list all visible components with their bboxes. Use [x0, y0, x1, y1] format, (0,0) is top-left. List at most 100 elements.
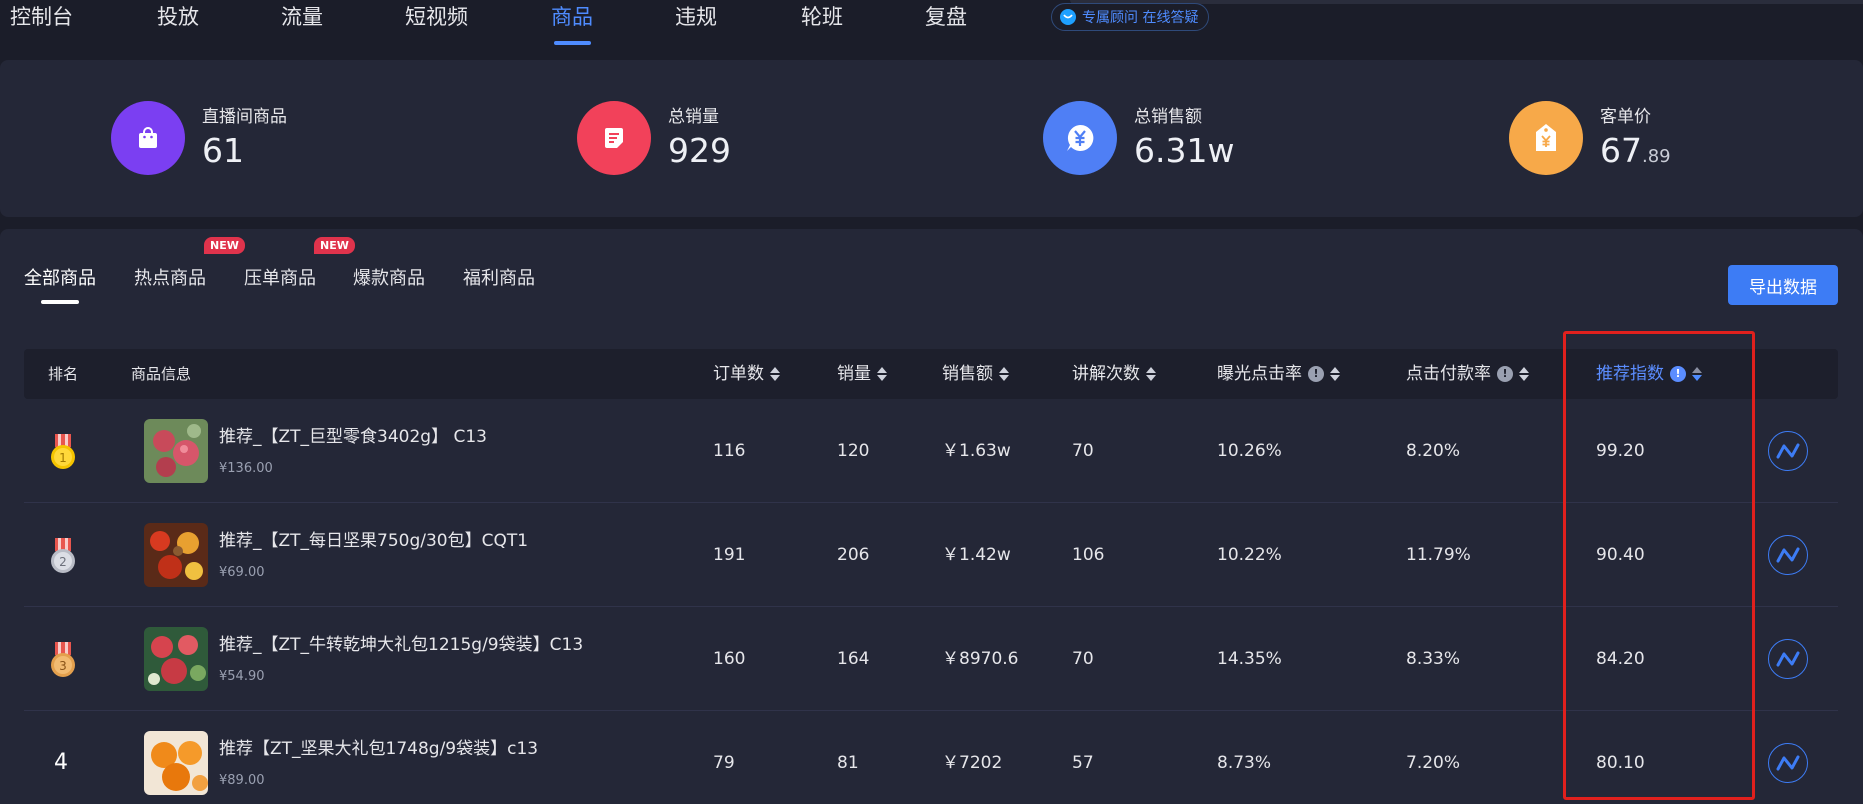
header-exposure-ctr[interactable]: 曝光点击率!	[1217, 349, 1340, 399]
header-sales[interactable]: 销量	[837, 349, 887, 399]
new-badge: NEW	[204, 237, 245, 254]
stat-value: 6.31w	[1134, 131, 1235, 170]
nav-item-products[interactable]: 商品	[551, 0, 593, 34]
product-price: ¥89.00	[219, 773, 265, 788]
product-name[interactable]: 推荐【ZT_坚果大礼包1748g/9袋装】c13	[219, 734, 538, 759]
silver-medal-icon: 2	[51, 538, 75, 573]
shopping-bag-icon	[111, 101, 185, 175]
tab-hot-products[interactable]: 热点商品 NEW	[134, 237, 245, 290]
stat-value: 61	[202, 131, 244, 170]
table-row: 4 推荐【ZT_坚果大礼包1748g/9袋装】c13 ¥89.00 79 81 …	[24, 711, 1838, 804]
product-name[interactable]: 推荐_【ZT_牛转乾坤大礼包1215g/9袋装】C13	[219, 630, 583, 655]
trend-icon	[1776, 443, 1800, 459]
cell-sales: 206	[837, 545, 870, 565]
trend-chart-button[interactable]	[1768, 639, 1808, 679]
product-name[interactable]: 推荐_【ZT_巨型零食3402g】 C13	[219, 422, 487, 447]
product-thumbnail[interactable]	[144, 419, 208, 483]
nav-item-ads[interactable]: 投放	[157, 0, 199, 34]
header-label: 曝光点击率	[1217, 364, 1302, 384]
rank-number: 4	[54, 750, 68, 775]
sort-icon[interactable]	[877, 367, 887, 381]
consultant-button[interactable]: 专属顾问 在线答疑	[1051, 3, 1210, 31]
header-label: 推荐指数	[1596, 364, 1664, 384]
header-explains[interactable]: 讲解次数	[1072, 349, 1156, 399]
nav-item-violations[interactable]: 违规	[675, 0, 717, 34]
export-data-button[interactable]: 导出数据	[1728, 265, 1838, 305]
table-header: 排名 商品信息 订单数 销量 销售额 讲解次数 曝光点击率! 点击付款率! 推荐…	[24, 349, 1838, 399]
rank-number: 1	[59, 451, 67, 465]
header-revenue[interactable]: 销售额	[942, 349, 1009, 399]
nav-item-short-video[interactable]: 短视频	[405, 0, 468, 34]
trend-chart-button[interactable]	[1768, 743, 1808, 783]
sort-icon[interactable]	[1519, 367, 1529, 381]
product-price: ¥69.00	[219, 565, 265, 580]
sort-icon[interactable]	[1330, 367, 1340, 381]
cell-explains: 106	[1072, 545, 1105, 565]
header-recommend-index[interactable]: 推荐指数!	[1596, 349, 1702, 399]
header-product-info: 商品信息	[131, 365, 192, 383]
cell-exposure-ctr: 10.22%	[1217, 545, 1282, 565]
cell-exposure-ctr: 8.73%	[1217, 753, 1272, 773]
stat-label: 直播间商品	[202, 107, 287, 127]
info-icon[interactable]: !	[1308, 366, 1324, 382]
cell-orders: 116	[713, 441, 746, 461]
product-price: ¥54.90	[219, 669, 265, 684]
product-thumbnail[interactable]	[144, 731, 208, 795]
gold-medal-icon: 1	[51, 434, 75, 469]
trend-icon	[1776, 547, 1800, 563]
product-thumbnail[interactable]	[144, 627, 208, 691]
tab-label: 压单商品	[244, 268, 316, 289]
price-tag-icon	[1509, 101, 1583, 175]
cell-recommend-index: 80.10	[1596, 753, 1645, 773]
cell-revenue: ￥8970.6	[942, 649, 1019, 669]
header-label: 订单数	[713, 364, 764, 384]
consultant-label: 专属顾问 在线答疑	[1082, 10, 1199, 26]
trend-chart-button[interactable]	[1768, 535, 1808, 575]
cell-explains: 70	[1072, 649, 1094, 669]
tab-welfare-products[interactable]: 福利商品	[463, 264, 535, 290]
product-name[interactable]: 推荐_【ZT_每日坚果750g/30包】CQT1	[219, 526, 528, 551]
stat-label: 客单价	[1600, 107, 1651, 127]
cell-explains: 57	[1072, 753, 1094, 773]
nav-item-traffic[interactable]: 流量	[281, 0, 323, 34]
rank-number: 3	[59, 659, 67, 673]
tab-all-products[interactable]: 全部商品	[24, 264, 96, 290]
product-thumbnail[interactable]	[144, 523, 208, 587]
header-label: 销量	[837, 364, 871, 384]
sort-icon[interactable]	[1692, 367, 1702, 381]
sort-icon[interactable]	[999, 367, 1009, 381]
cell-recommend-index: 90.40	[1596, 545, 1645, 565]
new-badge: NEW	[314, 237, 355, 254]
info-icon[interactable]: !	[1670, 366, 1686, 382]
nav-item-shifts[interactable]: 轮班	[801, 0, 843, 34]
tab-bestseller-products[interactable]: 爆款商品	[353, 264, 425, 290]
cell-exposure-ctr: 14.35%	[1217, 649, 1282, 669]
cell-recommend-index: 84.20	[1596, 649, 1645, 669]
tab-active-indicator	[41, 300, 79, 304]
trend-chart-button[interactable]	[1768, 431, 1808, 471]
sort-icon[interactable]	[1146, 367, 1156, 381]
nav-item-console[interactable]: 控制台	[10, 0, 73, 34]
cell-click-pay-rate: 11.79%	[1406, 545, 1471, 565]
stats-card: 直播间商品 61 总销量 929 总销售额 6.31w 客单价 67.89	[0, 60, 1863, 217]
cell-exposure-ctr: 10.26%	[1217, 441, 1282, 461]
product-price: ¥136.00	[219, 461, 273, 476]
info-icon[interactable]: !	[1497, 366, 1513, 382]
sort-icon[interactable]	[770, 367, 780, 381]
nav-item-review[interactable]: 复盘	[925, 0, 967, 34]
cell-sales: 120	[837, 441, 870, 461]
cell-click-pay-rate: 7.20%	[1406, 753, 1461, 773]
rank-number: 2	[59, 555, 67, 569]
cell-revenue: ￥1.42w	[942, 545, 1011, 565]
header-orders[interactable]: 订单数	[713, 349, 780, 399]
trend-icon	[1776, 651, 1800, 667]
cell-click-pay-rate: 8.20%	[1406, 441, 1461, 461]
cell-orders: 79	[713, 753, 735, 773]
table-row: 1 推荐_【ZT_巨型零食3402g】 C13 ¥136.00 116 120 …	[24, 399, 1838, 503]
cell-orders: 160	[713, 649, 746, 669]
header-click-pay-rate[interactable]: 点击付款率!	[1406, 349, 1529, 399]
trend-icon	[1776, 755, 1800, 771]
stat-value-dec: .89	[1642, 146, 1671, 167]
tab-backlog-products[interactable]: 压单商品 NEW	[244, 237, 355, 290]
bronze-medal-icon: 3	[51, 642, 75, 677]
